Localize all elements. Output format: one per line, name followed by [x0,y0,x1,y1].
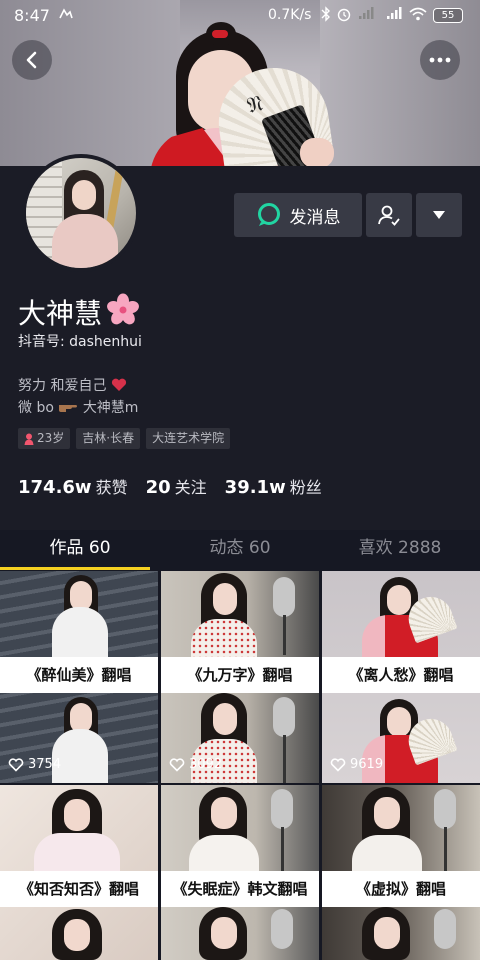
more-button[interactable] [420,40,460,80]
profile-nickname: 大神慧 [18,297,103,330]
video-tile[interactable]: 《失眠症》韩文翻唱 [161,785,319,960]
video-caption: 《失眠症》韩文翻唱 [161,871,319,907]
user-check-icon [378,205,400,226]
wifi-icon [408,6,428,26]
send-message-label: 发消息 [289,207,341,228]
stat-following[interactable]: 20 关注 [146,474,207,498]
app-notification-icon [58,6,74,26]
bio-line-1-text: 努力 和爱自己 [18,378,107,394]
network-speed: 0.7K/s [268,7,312,23]
video-tile[interactable]: 《虚拟》翻唱 [322,785,480,960]
message-bubble-icon [257,203,280,226]
tab-moments[interactable]: 动态 60 [160,530,320,570]
video-caption: 《知否知否》翻唱 [0,871,158,907]
heart-outline-icon [169,757,185,772]
bio-line-2-suffix: 大神慧m [82,400,139,416]
avatar[interactable] [22,154,140,272]
status-bar: 8:47 0.7K/s 55 [0,0,480,30]
stat-following-num: 20 [145,477,171,498]
douyin-id: 抖音号: dashenhui [18,334,142,350]
bluetooth-icon [320,6,332,26]
bio-line-2: 微 bo 大神慧m [18,397,138,417]
like-count-text: 9619 [350,757,384,772]
video-tile[interactable]: 《醉仙美》翻唱 3754 [0,571,158,783]
cherry-blossom-icon [107,293,139,325]
like-count: 3754 [8,757,61,772]
tag-age: 23岁 [18,428,71,449]
stat-fans[interactable]: 39.1w 粉丝 [225,474,322,498]
tag-location-label: 吉林·长春 [82,431,135,445]
stat-likes-num: 174.6w [18,477,92,498]
heart-outline-icon [330,757,346,772]
stat-likes[interactable]: 174.6w 获赞 [18,474,128,498]
alarm-icon [336,6,352,26]
recommend-dropdown-button[interactable] [416,193,462,237]
video-tile[interactable]: 《九万字》翻唱 3092 [161,571,319,783]
profile-tags: 23岁 吉林·长春 大连艺术学院 [18,428,231,449]
back-button[interactable] [12,40,52,80]
more-dots-icon [429,57,451,63]
battery-icon: 55 [433,8,463,23]
video-caption: 《离人愁》翻唱 [322,657,480,693]
profile-tabs: 作品 60 动态 60 喜欢 2888 [0,530,480,570]
tag-school-label: 大连艺术学院 [152,431,225,445]
stat-likes-label: 获赞 [95,478,128,497]
status-time: 8:47 [14,6,50,25]
female-icon [24,433,34,445]
caret-down-icon [433,211,445,219]
following-button[interactable] [366,193,412,237]
video-caption: 《醉仙美》翻唱 [0,657,158,693]
tag-location: 吉林·长春 [76,428,141,449]
signal-icon [358,6,376,24]
heart-outline-icon [8,757,24,772]
chevron-left-icon [26,51,37,69]
like-count-text: 3092 [189,757,223,772]
stat-following-label: 关注 [174,478,207,497]
bio-line-2-prefix: 微 bo [18,400,54,416]
video-tile[interactable]: 《知否知否》翻唱 [0,785,158,960]
video-grid: 《醉仙美》翻唱 3754 《九万字》翻唱 3092 《离人愁》翻唱 9619 《… [0,571,480,960]
tab-works[interactable]: 作品 60 [0,530,160,570]
like-count: 9619 [330,757,383,772]
tab-likes[interactable]: 喜欢 2888 [320,530,480,570]
signal-icon-2 [386,6,404,24]
video-caption: 《虚拟》翻唱 [322,871,480,907]
like-count: 3092 [169,757,222,772]
video-tile[interactable]: 《离人愁》翻唱 9619 [322,571,480,783]
stat-fans-label: 粉丝 [289,478,322,497]
stat-fans-num: 39.1w [224,477,286,498]
like-count-text: 3754 [28,757,62,772]
pointing-hand-icon [59,405,78,412]
bio-line-1: 努力 和爱自己 [18,375,127,395]
profile-stats: 174.6w 获赞 20 关注 39.1w 粉丝 [18,474,322,498]
heart-emoji-icon [111,378,126,391]
send-message-button[interactable]: 发消息 [234,193,362,237]
video-caption: 《九万字》翻唱 [161,657,319,693]
tag-school: 大连艺术学院 [146,428,231,449]
tag-age-label: 23岁 [37,431,65,445]
